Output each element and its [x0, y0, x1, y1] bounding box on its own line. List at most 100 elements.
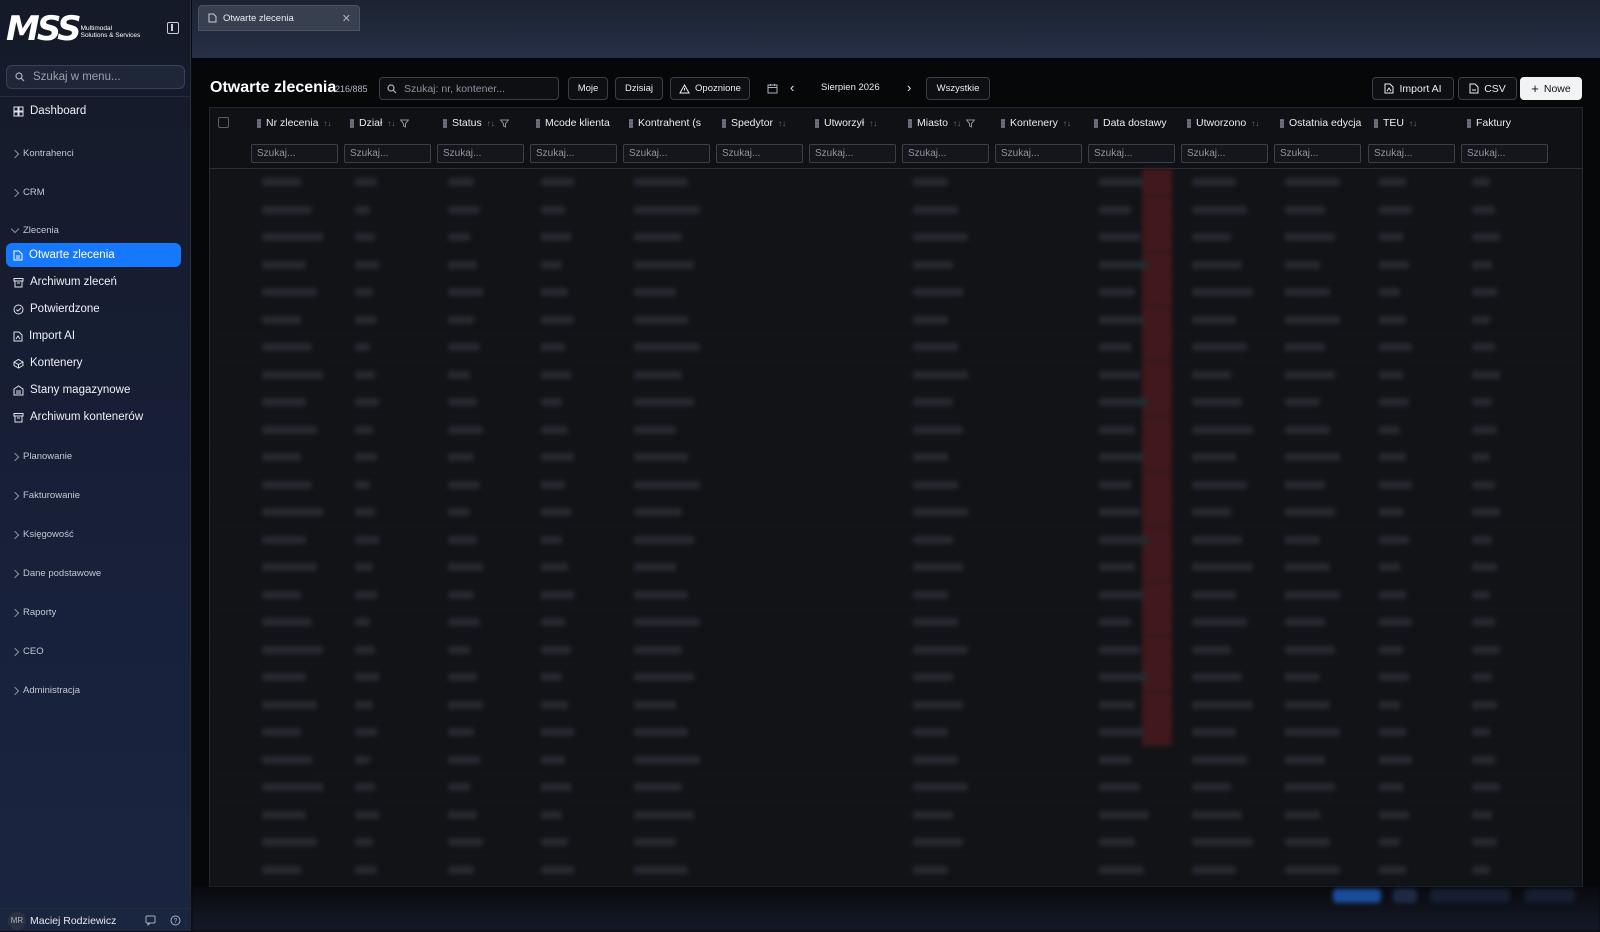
column-filter-input[interactable]	[1368, 144, 1455, 163]
sort-icon[interactable]: ↑↓	[778, 119, 786, 128]
orders-search[interactable]	[379, 77, 559, 100]
sort-icon[interactable]: ↑↓	[387, 119, 395, 128]
drag-handle-icon[interactable]	[1467, 118, 1471, 128]
app-logo[interactable]: MSS Multimodal Solutions & Services	[6, 12, 140, 46]
table-row[interactable]	[210, 444, 1582, 472]
drag-handle-icon[interactable]	[1374, 118, 1378, 128]
table-row[interactable]	[210, 306, 1582, 335]
sort-icon[interactable]: ↑↓	[324, 119, 332, 128]
column-filter-input[interactable]	[1274, 144, 1361, 163]
column-filter-input[interactable]	[437, 144, 524, 163]
column-filter-input[interactable]	[623, 144, 710, 163]
sidebar-group-ceo[interactable]: CEO	[10, 646, 44, 657]
sidebar-group-dane-podstawowe[interactable]: Dane podstawowe	[10, 568, 101, 579]
drag-handle-icon[interactable]	[350, 118, 354, 128]
table-row[interactable]	[210, 471, 1582, 500]
column-header[interactable]: Utworzono ↑↓	[1187, 108, 1273, 138]
filter-dzisiaj-button[interactable]: Dzisiaj	[615, 77, 663, 100]
drag-handle-icon[interactable]	[1001, 118, 1005, 128]
filter-opoznione-button[interactable]: Opoznione	[670, 77, 750, 100]
column-filter-input[interactable]	[1181, 144, 1268, 163]
table-row[interactable]	[210, 526, 1582, 555]
column-header[interactable]: Faktury	[1467, 108, 1553, 138]
sidebar-group-zlecenia[interactable]: Zlecenia	[10, 224, 59, 236]
pagination-button[interactable]	[1333, 889, 1381, 903]
sidebar-item-stany-magazynowe[interactable]: Stany magazynowe	[6, 378, 181, 402]
table-row[interactable]	[210, 416, 1582, 445]
sidebar-item-otwarte-zlecenia[interactable]: Otwarte zlecenia	[6, 243, 181, 267]
prev-month-button[interactable]: ‹	[790, 80, 794, 95]
table-row[interactable]	[210, 389, 1582, 417]
column-filter-input[interactable]	[716, 144, 803, 163]
column-filter-input[interactable]	[1461, 144, 1548, 163]
menu-search[interactable]	[6, 65, 185, 89]
next-month-button[interactable]: ›	[907, 80, 911, 95]
sidebar-item-archiwum-kontenerow[interactable]: Archiwum kontenerów	[6, 405, 181, 429]
table-row[interactable]	[210, 581, 1582, 610]
table-row[interactable]	[210, 361, 1582, 390]
sidebar-item-archiwum-zlecen[interactable]: Archiwum zleceń	[6, 270, 181, 294]
column-header[interactable]: Utworzył ↑↓	[815, 108, 901, 138]
sidebar-collapse-icon[interactable]	[167, 22, 179, 34]
sort-icon[interactable]: ↑↓	[1251, 119, 1259, 128]
column-header[interactable]: TEU ↑↓	[1374, 108, 1460, 138]
orders-search-input[interactable]	[402, 81, 546, 96]
new-order-button[interactable]: + Nowe	[1520, 77, 1582, 100]
table-row[interactable]	[210, 499, 1582, 527]
column-filter-input[interactable]	[809, 144, 896, 163]
table-row[interactable]	[210, 224, 1582, 252]
drag-handle-icon[interactable]	[536, 118, 540, 128]
column-header[interactable]: Mcode klienta	[536, 108, 622, 138]
feedback-icon[interactable]	[145, 915, 156, 926]
sidebar-group-raporty[interactable]: Raporty	[10, 607, 56, 618]
table-row[interactable]	[210, 554, 1582, 582]
close-icon[interactable]: ✕	[342, 12, 351, 25]
help-icon[interactable]: ?	[170, 915, 181, 926]
column-header[interactable]: Miasto ↑↓	[908, 108, 994, 138]
sort-icon[interactable]: ↑↓	[1409, 119, 1417, 128]
drag-handle-icon[interactable]	[1280, 118, 1284, 128]
drag-handle-icon[interactable]	[1094, 118, 1098, 128]
column-header[interactable]: Spedytor ↑↓	[722, 108, 808, 138]
column-filter-input[interactable]	[902, 144, 989, 163]
sort-icon[interactable]: ↑↓	[869, 119, 877, 128]
drag-handle-icon[interactable]	[815, 118, 819, 128]
table-row[interactable]	[210, 169, 1582, 197]
column-header[interactable]: Dział ↑↓	[350, 108, 436, 138]
table-row[interactable]	[210, 664, 1582, 692]
table-row[interactable]	[210, 279, 1582, 307]
menu-search-input[interactable]	[31, 70, 175, 84]
table-row[interactable]	[210, 774, 1582, 802]
table-row[interactable]	[210, 196, 1582, 225]
filter-wszystkie-button[interactable]: Wszystkie	[926, 77, 990, 100]
table-row[interactable]	[210, 251, 1582, 280]
filter-icon[interactable]	[499, 119, 509, 128]
csv-button[interactable]: CSV	[1458, 77, 1517, 100]
sort-icon[interactable]: ↑↓	[953, 119, 961, 128]
filter-icon[interactable]	[965, 119, 975, 128]
sidebar-group-ksiegowosc[interactable]: Księgowość	[10, 529, 74, 540]
column-header[interactable]: Nr zlecenia ↑↓	[257, 108, 343, 138]
sidebar-group-fakturowanie[interactable]: Fakturowanie	[10, 490, 80, 501]
column-filter-input[interactable]	[344, 144, 431, 163]
table-row[interactable]	[210, 747, 1582, 775]
table-row[interactable]	[210, 691, 1582, 720]
filter-moje-button[interactable]: Moje	[568, 77, 608, 100]
column-filter-input[interactable]	[995, 144, 1082, 163]
table-row[interactable]	[210, 636, 1582, 665]
table-row[interactable]	[210, 857, 1582, 885]
table-row[interactable]	[210, 829, 1582, 857]
sidebar-item-kontenery[interactable]: Kontenery	[6, 351, 181, 375]
table-row[interactable]	[210, 719, 1582, 747]
sidebar-group-administracja[interactable]: Administracja	[10, 685, 80, 696]
drag-handle-icon[interactable]	[257, 118, 261, 128]
table-row[interactable]	[210, 609, 1582, 637]
table-row[interactable]	[210, 334, 1582, 362]
column-header[interactable]: Status ↑↓	[443, 108, 529, 138]
pagination-button[interactable]	[1525, 889, 1575, 903]
filter-icon[interactable]	[400, 119, 410, 128]
sidebar-group-planowanie[interactable]: Planowanie	[10, 451, 72, 462]
column-header[interactable]: Kontenery ↑↓	[1001, 108, 1087, 138]
table-row[interactable]	[210, 802, 1582, 830]
column-filter-input[interactable]	[1088, 144, 1175, 163]
